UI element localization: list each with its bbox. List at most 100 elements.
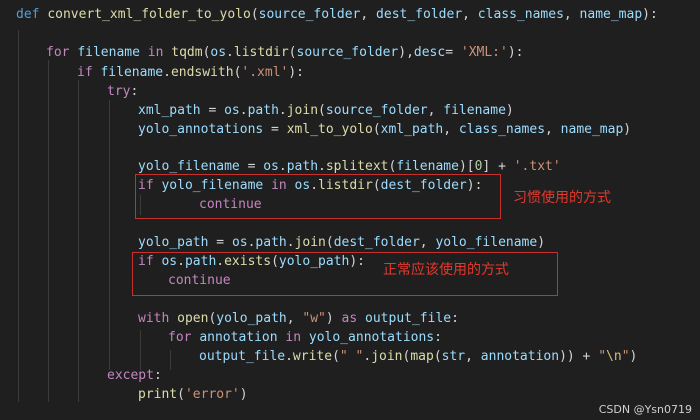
variable-token: class_names <box>458 122 546 137</box>
punct-token: , <box>286 311 303 326</box>
variable-token: source_folder <box>296 45 399 60</box>
indent-guide <box>170 350 171 370</box>
string-token: " " <box>339 349 364 364</box>
function-name-token: join <box>371 349 403 364</box>
punct-token: ): <box>507 45 524 60</box>
function-name-token: listdir <box>233 45 289 60</box>
punct-token: )[ <box>458 159 475 174</box>
code-line[interactable]: yolo_path = os.path.join(dest_folder, yo… <box>138 233 545 253</box>
variable-token: os <box>231 235 248 250</box>
punct-token: ) <box>537 235 546 250</box>
punct-token: : <box>153 368 162 383</box>
variable-token: annotation <box>480 349 560 364</box>
function-name-token: open <box>177 311 209 326</box>
punct-token: : <box>130 84 139 99</box>
punct-token: . <box>226 45 234 60</box>
string-token: 'error' <box>184 387 240 402</box>
code-line[interactable]: yolo_annotations = xml_to_yolo(xml_path,… <box>138 120 631 140</box>
annotation-habit-label: 习惯使用的方式 <box>513 190 611 206</box>
annotation-proper-label: 正常应该使用的方式 <box>383 262 509 278</box>
code-line[interactable]: with open(yolo_path, "w") as output_file… <box>138 309 459 329</box>
punct-token: , <box>360 7 377 22</box>
variable-token: yolo_path <box>216 311 287 326</box>
code-line[interactable]: try: <box>107 82 138 102</box>
punct-token: ( <box>332 349 340 364</box>
highlight-box-habit <box>135 174 501 219</box>
indent-guide <box>109 100 110 370</box>
punct-token: ): <box>642 7 658 22</box>
variable-token: name_map <box>560 122 624 137</box>
variable-token: yolo_filename <box>138 159 240 174</box>
variable-token: source_folder <box>325 103 428 118</box>
param-token: name_map <box>579 7 643 22</box>
variable-token: output_file <box>365 311 452 326</box>
keyword-token: as <box>341 311 358 326</box>
code-line[interactable]: output_file.write(" ".join(map(str, anno… <box>199 347 637 367</box>
punct-token: . <box>278 103 287 118</box>
function-name-token: xml_to_yolo <box>286 122 373 137</box>
keyword-token: def <box>16 7 40 22</box>
variable-token: filename <box>396 159 459 174</box>
punct-token: , <box>462 7 478 22</box>
string-token: " <box>621 349 630 364</box>
code-line[interactable]: for annotation in yolo_annotations: <box>168 328 442 348</box>
punct-token: , <box>419 235 436 250</box>
variable-token: os <box>210 45 227 60</box>
punct-token: = <box>239 159 264 174</box>
string-token: '.xml' <box>241 65 289 80</box>
code-line[interactable]: xml_path = os.path.join(source_folder, f… <box>138 101 514 121</box>
code-line[interactable]: def convert_xml_folder_to_yolo(source_fo… <box>16 5 658 25</box>
code-editor[interactable]: def convert_xml_folder_to_yolo ( source_fo… <box>0 0 700 420</box>
variable-token: xml_path <box>138 103 201 118</box>
punct-token: . <box>285 349 293 364</box>
punct-token: ( <box>177 387 185 402</box>
keyword-token: in <box>285 330 302 345</box>
variable-token: output_file <box>199 349 286 364</box>
variable-token: yolo_annotations <box>308 330 435 345</box>
variable-token: yolo_path <box>138 235 209 250</box>
keyword-token: in <box>147 45 164 60</box>
punct-token: ), <box>398 45 414 60</box>
function-name-token: convert_xml_folder_to_yolo <box>47 7 251 22</box>
variable-token: yolo_annotations <box>138 122 264 137</box>
code-line[interactable]: if filename.endswith('.xml'): <box>77 63 304 83</box>
indent-guide <box>78 80 79 402</box>
function-name-token: tqdm <box>171 45 203 60</box>
escape-token: \n <box>606 349 622 364</box>
string-token: "w" <box>302 311 326 326</box>
variable-token: path <box>247 103 279 118</box>
punct-token: . <box>163 65 171 80</box>
keyword-token: except <box>107 368 154 383</box>
variable-token: path <box>286 159 319 174</box>
punct-token: . <box>278 159 287 174</box>
code-line[interactable]: except: <box>107 366 162 386</box>
punct-token: : <box>434 330 442 345</box>
string-token: " <box>598 349 607 364</box>
punct-token: ( <box>325 235 334 250</box>
punct-token: , <box>545 122 561 137</box>
keyword-token: with <box>138 311 170 326</box>
punct-token: ] + <box>482 159 514 174</box>
punct-token: = <box>208 235 232 250</box>
punct-token: ): <box>288 65 305 80</box>
variable-token: str <box>441 349 466 364</box>
keyword-token: try <box>107 84 131 99</box>
code-line[interactable]: print('error') <box>138 385 248 405</box>
punct-token: ) <box>629 349 638 364</box>
punct-token: . <box>239 103 248 118</box>
code-line[interactable]: for filename in tqdm(os.listdir(source_f… <box>46 43 524 63</box>
punct-token: = <box>445 45 461 60</box>
indent-guide <box>18 30 19 402</box>
keyword-token: if <box>77 65 93 80</box>
indent-guide <box>48 60 49 402</box>
punct-token: ( <box>372 122 381 137</box>
keyword-token: for <box>168 330 192 345</box>
function-name-token: splitext <box>325 159 389 174</box>
punct-token: ) <box>325 311 342 326</box>
punct-token: . <box>318 159 326 174</box>
variable-token: xml_path <box>380 122 444 137</box>
punct-token: , <box>465 349 481 364</box>
variable-token: filename <box>443 103 506 118</box>
watermark: CSDN @Ysn0719 <box>598 403 692 416</box>
variable-token: os <box>263 159 279 174</box>
